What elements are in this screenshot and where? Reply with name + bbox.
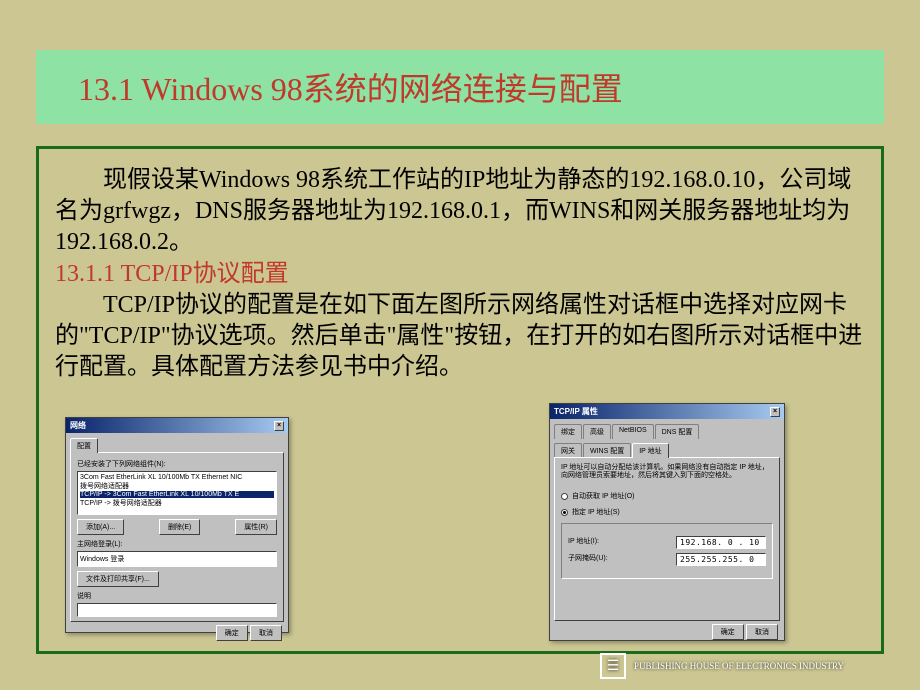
network-dialog: 网络 × 配置 已经安装了下列网络组件(N): 3Com Fast EtherL… — [65, 417, 289, 633]
radio-manual[interactable] — [561, 509, 568, 516]
share-button[interactable]: 文件及打印共享(F)... — [77, 571, 159, 587]
ip-input[interactable]: 192.168. 0 . 10 — [676, 536, 766, 549]
tab-body: IP 地址可以自动分配给该计算机。如果网络没有自动指定 IP 地址，向网络管理员… — [554, 457, 780, 621]
cancel-button[interactable]: 取消 — [746, 624, 778, 640]
tab-gateway[interactable]: 网关 — [554, 443, 582, 458]
dialog-titlebar: TCP/IP 属性 × — [550, 404, 784, 419]
ip-info-text: IP 地址可以自动分配给该计算机。如果网络没有自动指定 IP 地址，向网络管理员… — [561, 464, 773, 481]
publisher-logo: ☰ PUBLISHING HOUSE OF ELECTRONICS INDUST… — [600, 650, 880, 682]
publisher-name: PUBLISHING HOUSE OF ELECTRONICS INDUSTRY — [634, 661, 844, 671]
dialog-buttons: 确定 取消 — [66, 622, 288, 644]
tabs-row2: 网关 WINS 配置 IP 地址 — [554, 442, 780, 457]
desc-box — [77, 603, 277, 617]
components-label: 已经安装了下列网络组件(N): — [77, 459, 277, 469]
radio-auto[interactable] — [561, 493, 568, 500]
tab-bind[interactable]: 绑定 — [554, 424, 582, 439]
remove-button[interactable]: 删除(E) — [159, 519, 200, 535]
desc-label: 说明 — [77, 591, 277, 601]
mask-label: 子网掩码(U): — [568, 553, 628, 563]
cancel-button[interactable]: 取消 — [250, 625, 282, 641]
properties-button[interactable]: 属性(R) — [235, 519, 277, 535]
tabs: 绑定 高级 NetBIOS DNS 配置 — [554, 423, 780, 438]
list-item[interactable]: TCP/IP -> 拨号网络适配器 — [80, 498, 274, 508]
list-item[interactable]: 拨号网络适配器 — [80, 481, 274, 491]
ip-group: IP 地址(I): 192.168. 0 . 10 子网掩码(U): 255.2… — [561, 523, 773, 579]
body-text: 现假设某Windows 98系统工作站的IP地址为静态的192.168.0.10… — [55, 165, 871, 383]
mask-input[interactable]: 255.255.255. 0 — [676, 553, 766, 566]
paragraph-1: 现假设某Windows 98系统工作站的IP地址为静态的192.168.0.10… — [55, 165, 871, 259]
dialog-title-text: TCP/IP 属性 — [554, 406, 598, 417]
title-banner: 13.1 Windows 98系统的网络连接与配置 — [36, 50, 884, 124]
tab-ip[interactable]: IP 地址 — [632, 443, 668, 458]
paragraph-2: TCP/IP协议的配置是在如下面左图所示网络属性对话框中选择对应网卡的"TCP/… — [55, 290, 871, 384]
dialog-titlebar: 网络 × — [66, 418, 288, 433]
list-item-selected[interactable]: TCP/IP -> 3Com Fast EtherLink XL 10/100M… — [80, 491, 274, 498]
ip-label: IP 地址(I): — [568, 536, 628, 546]
tab-dns[interactable]: DNS 配置 — [655, 424, 700, 439]
tab-netbios[interactable]: NetBIOS — [612, 424, 654, 439]
tabs: 配置 — [70, 437, 284, 452]
radio-auto-label: 自动获取 IP 地址(O) — [572, 491, 634, 501]
login-select[interactable]: Windows 登录 — [77, 551, 277, 567]
ok-button[interactable]: 确定 — [712, 624, 744, 640]
tab-adv[interactable]: 高级 — [583, 424, 611, 439]
book-icon: ☰ — [600, 653, 626, 679]
tab-config[interactable]: 配置 — [70, 438, 98, 453]
tab-wins[interactable]: WINS 配置 — [583, 443, 631, 458]
list-item[interactable]: 3Com Fast EtherLink XL 10/100Mb TX Ether… — [80, 474, 274, 481]
dialog-title-text: 网络 — [70, 420, 86, 431]
close-icon[interactable]: × — [274, 421, 284, 431]
subheading: 13.1.1 TCP/IP协议配置 — [55, 259, 871, 290]
content-frame: 现假设某Windows 98系统工作站的IP地址为静态的192.168.0.10… — [36, 146, 884, 654]
dialog-buttons: 确定 取消 — [550, 621, 784, 643]
radio-manual-label: 指定 IP 地址(S) — [572, 507, 620, 517]
close-icon[interactable]: × — [770, 407, 780, 417]
components-listbox[interactable]: 3Com Fast EtherLink XL 10/100Mb TX Ether… — [77, 471, 277, 515]
tcpip-dialog: TCP/IP 属性 × 绑定 高级 NetBIOS DNS 配置 网关 WINS… — [549, 403, 785, 641]
login-label: 主网络登录(L): — [77, 539, 277, 549]
slide-title: 13.1 Windows 98系统的网络连接与配置 — [78, 64, 623, 110]
add-button[interactable]: 添加(A)... — [77, 519, 124, 535]
ok-button[interactable]: 确定 — [216, 625, 248, 641]
tab-body: 已经安装了下列网络组件(N): 3Com Fast EtherLink XL 1… — [70, 452, 284, 622]
